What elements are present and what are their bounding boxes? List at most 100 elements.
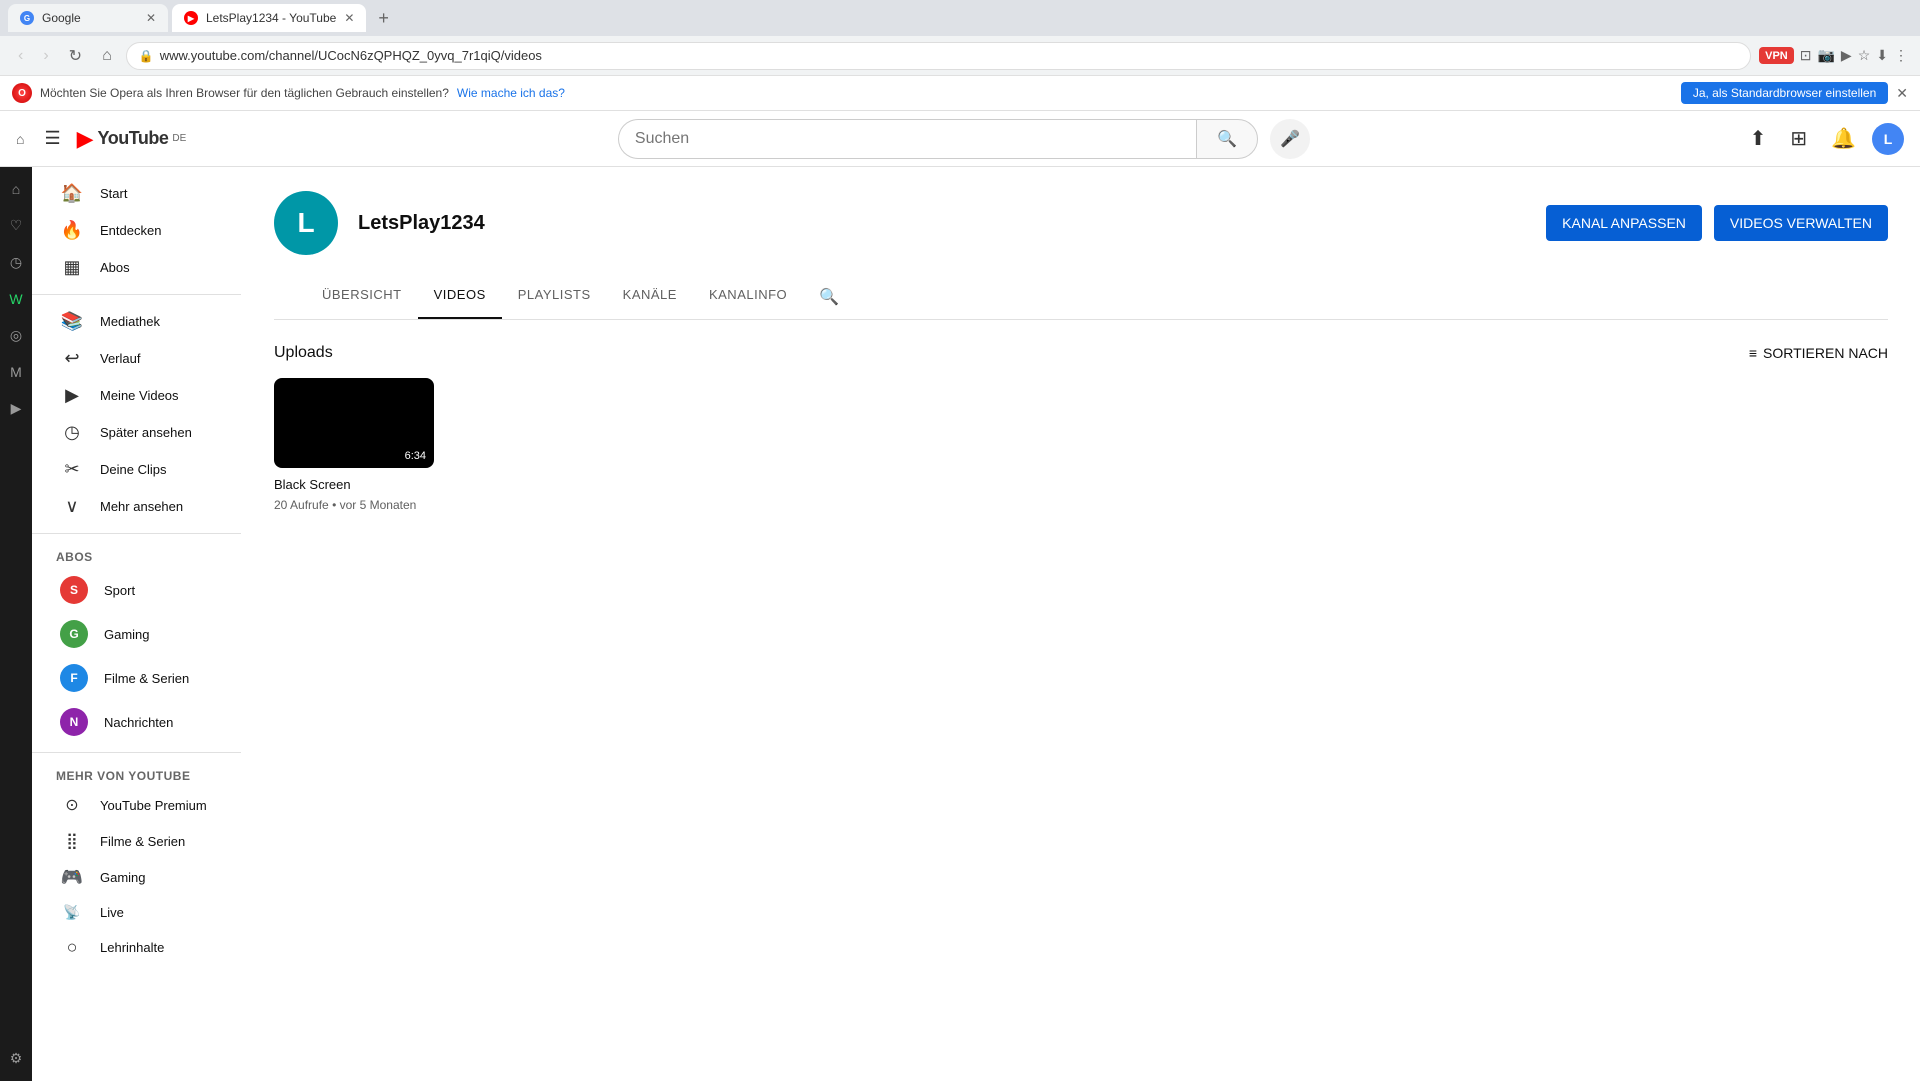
sidebar-divider-2: [32, 533, 241, 534]
sidebar-item-nachrichten[interactable]: N Nachrichten: [36, 700, 237, 744]
sidebar-item-yt-premium[interactable]: ⊙ YouTube Premium: [36, 787, 237, 823]
opera-whatsapp-btn[interactable]: W: [3, 285, 28, 313]
opera-instagram-btn[interactable]: ◎: [4, 321, 28, 350]
search-input[interactable]: [618, 119, 1196, 159]
home-button[interactable]: ⌂: [96, 43, 118, 69]
gaming-avatar: G: [60, 620, 88, 648]
sidebar-item-verlauf[interactable]: ↩ Verlauf: [36, 340, 237, 377]
sidebar-item-live[interactable]: 📡 Live: [36, 896, 237, 929]
info-bar-message: Möchten Sie Opera als Ihren Browser für …: [40, 86, 449, 100]
video-thumbnail: 6:34: [274, 378, 434, 468]
sidebar-mediathek-label: Mediathek: [100, 314, 160, 329]
info-bar-right-section: Ja, als Standardbrowser einstellen ✕: [1681, 82, 1908, 104]
forward-button[interactable]: ›: [37, 43, 54, 69]
apps-button[interactable]: ⊞: [1782, 118, 1815, 159]
sidebar-item-gaming[interactable]: G Gaming: [36, 612, 237, 656]
sidebar-meine-videos-label: Meine Videos: [100, 388, 179, 403]
back-button[interactable]: ‹: [12, 43, 29, 69]
sidebar-item-filme-serien[interactable]: ⣿ Filme & Serien: [36, 823, 237, 859]
filme-serien-icon: ⣿: [60, 831, 84, 851]
tab-google[interactable]: G Google ✕: [8, 4, 168, 32]
mic-button[interactable]: 🎤: [1270, 119, 1310, 159]
video-card[interactable]: 6:34 Black Screen 20 Aufrufe • vor 5 Mon…: [274, 378, 434, 512]
address-text: www.youtube.com/channel/UCocN6zQPHQZ_0yv…: [160, 48, 542, 63]
sidebar-item-clips[interactable]: ✂ Deine Clips: [36, 451, 237, 488]
sidebar-nachrichten-label: Nachrichten: [104, 715, 173, 730]
refresh-button[interactable]: ↻: [63, 42, 88, 70]
sidebar-item-meine-videos[interactable]: ▶ Meine Videos: [36, 377, 237, 414]
search-button[interactable]: 🔍: [1196, 119, 1258, 159]
youtube-logo[interactable]: ▶ YouTube DE: [77, 126, 187, 152]
search-bar: 🔍: [618, 119, 1258, 159]
info-bar: O Möchten Sie Opera als Ihren Browser fü…: [0, 76, 1920, 111]
opera-home-sidebar[interactable]: ⌂: [16, 131, 24, 147]
tab-google-close[interactable]: ✕: [146, 11, 156, 25]
info-bar-close-button[interactable]: ✕: [1896, 85, 1908, 102]
uploads-header: Uploads ≡ SORTIEREN NACH: [274, 344, 1888, 362]
player-sidebar-btn[interactable]: ▶: [1841, 47, 1852, 64]
video-separator: •: [332, 498, 340, 512]
youtube-main: L LetsPlay1234 KANAL ANPASSEN VIDEOS VER…: [242, 167, 1920, 1081]
tab-youtube-close[interactable]: ✕: [344, 11, 354, 25]
sidebar-item-sport[interactable]: S Sport: [36, 568, 237, 612]
channel-name: LetsPlay1234: [358, 212, 485, 235]
download-button[interactable]: ⬇: [1876, 47, 1888, 64]
tab-youtube[interactable]: ▶ LetsPlay1234 - YouTube ✕: [172, 4, 366, 32]
vpn-button[interactable]: VPN: [1759, 47, 1794, 64]
abos-section-header: ABOS: [32, 542, 241, 568]
sidebar-item-filme[interactable]: F Filme & Serien: [36, 656, 237, 700]
opera-history-btn[interactable]: ◷: [4, 248, 28, 277]
sidebar-clips-label: Deine Clips: [100, 462, 166, 477]
youtube-body: ⌂ ♡ ◷ W ◎ M ▶ ⚙ 🏠 Start 🔥 Entdecken ▦ Ab…: [0, 167, 1920, 1081]
tab-kanale[interactable]: KANÄLE: [607, 275, 693, 319]
video-duration: 6:34: [401, 448, 430, 464]
sidebar-item-mediathek[interactable]: 📚 Mediathek: [36, 303, 237, 340]
info-bar-link[interactable]: Wie mache ich das?: [457, 86, 565, 100]
watch-later-icon: ◷: [60, 422, 84, 443]
tab-youtube-title: LetsPlay1234 - YouTube: [206, 11, 336, 25]
tab-playlists[interactable]: PLAYLISTS: [502, 275, 607, 319]
sidebar-item-spater[interactable]: ◷ Später ansehen: [36, 414, 237, 451]
tab-search-button[interactable]: 🔍: [803, 275, 855, 319]
hamburger-menu-button[interactable]: ☰: [36, 120, 68, 157]
browser-chrome: G Google ✕ ▶ LetsPlay1234 - YouTube ✕ + …: [0, 0, 1920, 111]
sidebar-item-gaming2[interactable]: 🎮 Gaming: [36, 859, 237, 896]
new-tab-button[interactable]: +: [370, 8, 397, 29]
user-avatar[interactable]: L: [1872, 123, 1904, 155]
sidebar-item-abos[interactable]: ▦ Abos: [36, 249, 237, 286]
youtube-sidebar: 🏠 Start 🔥 Entdecken ▦ Abos 📚 Mediathek ↩…: [32, 167, 242, 1081]
sort-button[interactable]: ≡ SORTIEREN NACH: [1749, 345, 1888, 361]
tabs-bar: G Google ✕ ▶ LetsPlay1234 - YouTube ✕ +: [0, 0, 1920, 36]
tab-google-title: Google: [42, 11, 81, 25]
menu-button[interactable]: ⋮: [1894, 47, 1908, 64]
notifications-button[interactable]: 🔔: [1823, 118, 1864, 159]
upload-button[interactable]: ⬆: [1742, 118, 1775, 159]
channel-header: L LetsPlay1234 KANAL ANPASSEN VIDEOS VER…: [242, 167, 1920, 320]
google-favicon: G: [20, 11, 34, 25]
header-left: ⌂ ☰ ▶ YouTube DE: [16, 120, 186, 157]
bookmark-button[interactable]: ☆: [1858, 47, 1871, 64]
sidebar-item-lehrinhalte[interactable]: ○ Lehrinhalte: [36, 929, 237, 966]
address-bar[interactable]: 🔒 www.youtube.com/channel/UCocN6zQPHQZ_0…: [126, 42, 1751, 70]
tab-ubersicht[interactable]: ÜBERSICHT: [306, 275, 418, 319]
channel-avatar: L: [274, 191, 338, 255]
sidebar-divider-3: [32, 752, 241, 753]
sidebar-item-entdecken[interactable]: 🔥 Entdecken: [36, 212, 237, 249]
set-default-button[interactable]: Ja, als Standardbrowser einstellen: [1681, 82, 1888, 104]
search-container: 🔍 🎤: [202, 119, 1725, 159]
manage-videos-button[interactable]: VIDEOS VERWALTEN: [1714, 205, 1888, 241]
customize-channel-button[interactable]: KANAL ANPASSEN: [1546, 205, 1702, 241]
sidebar-item-start[interactable]: 🏠 Start: [36, 175, 237, 212]
tab-kanalinfo[interactable]: KANALINFO: [693, 275, 803, 319]
screenshot-button[interactable]: 📷: [1817, 47, 1834, 64]
opera-player-btn[interactable]: ▶: [5, 394, 28, 423]
tab-videos[interactable]: VIDEOS: [418, 275, 502, 319]
opera-settings-btn[interactable]: ⚙: [4, 1044, 29, 1073]
opera-messenger-btn[interactable]: M: [4, 358, 28, 386]
extensions-button[interactable]: ⊡: [1800, 47, 1812, 64]
info-bar-content: O Möchten Sie Opera als Ihren Browser fü…: [12, 83, 565, 103]
opera-bookmarks-btn[interactable]: ♡: [4, 211, 29, 240]
sidebar-item-mehr[interactable]: ∨ Mehr ansehen: [36, 488, 237, 525]
my-videos-icon: ▶: [60, 385, 84, 406]
opera-home-btn[interactable]: ⌂: [6, 175, 26, 203]
